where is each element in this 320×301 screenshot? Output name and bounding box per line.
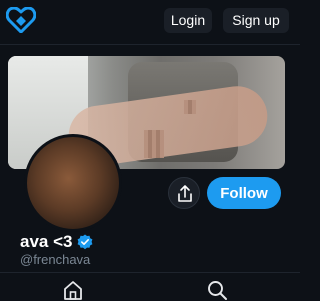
heart-logo-icon[interactable]: [6, 7, 36, 33]
header-divider: [0, 44, 300, 45]
share-button[interactable]: [168, 177, 200, 209]
bottom-tab-bar: [0, 272, 300, 301]
censor-pixelation: [144, 130, 164, 158]
login-button[interactable]: Login: [164, 8, 212, 33]
search-icon[interactable]: [206, 279, 228, 301]
profile-name-row: ava <3: [20, 232, 93, 252]
avatar[interactable]: [24, 134, 122, 232]
censor-pixelation: [184, 100, 196, 114]
handle: @frenchava: [20, 252, 91, 267]
top-bar: Login Sign up: [0, 0, 300, 40]
signup-button[interactable]: Sign up: [223, 8, 289, 33]
follow-button[interactable]: Follow: [207, 177, 281, 209]
verified-badge-icon: [78, 234, 93, 250]
share-icon: [178, 185, 192, 202]
home-icon[interactable]: [62, 279, 84, 301]
display-name: ava <3: [20, 232, 73, 251]
